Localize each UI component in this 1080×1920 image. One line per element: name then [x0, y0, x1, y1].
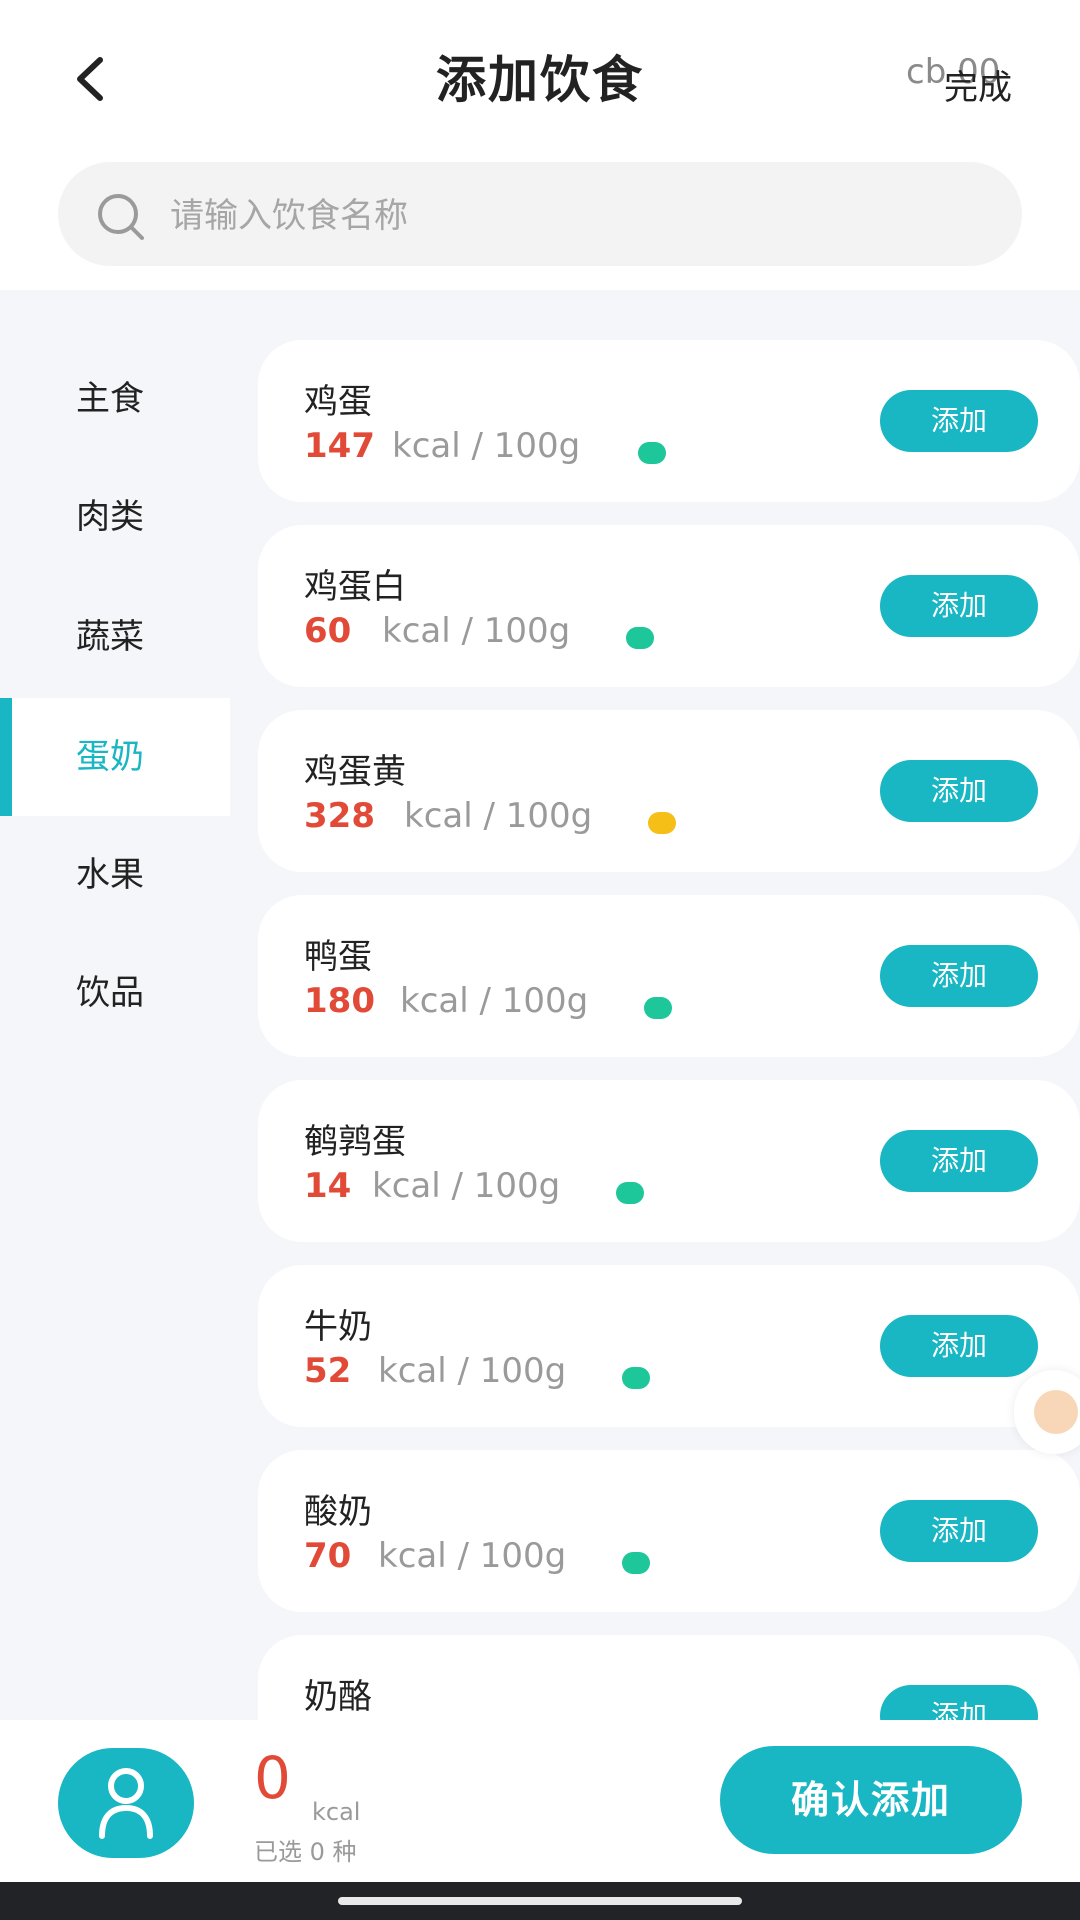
food-calories: 70 [304, 1536, 352, 1576]
add-button[interactable]: 添加 [880, 760, 1038, 822]
food-card: 鸡蛋 147 kcal / 100g 添加 [258, 340, 1080, 502]
search-input[interactable]: 请输入饮食名称 [58, 162, 1022, 266]
food-unit: kcal / 100g [378, 1351, 567, 1391]
food-unit: kcal / 100g [372, 1166, 561, 1206]
food-unit: kcal / 100g [378, 1536, 567, 1576]
food-card: 牛奶 52 kcal / 100g 添加 [258, 1265, 1080, 1427]
done-button[interactable]: 完成 [944, 60, 1012, 109]
health-indicator-dot [622, 1367, 650, 1389]
category-vegetables[interactable]: 蔬菜 [0, 578, 230, 696]
food-calories: 14 [304, 1166, 352, 1206]
confirm-add-button[interactable]: 确认添加 [720, 1746, 1022, 1854]
food-name: 奶酪 [304, 1677, 372, 1717]
add-food-page: 添加饮食 cb 00 完成 请输入饮食名称 主食 肉类 蔬菜 蛋奶 水果 饮品 … [0, 0, 1080, 1920]
food-card: 鹌鹑蛋 14 kcal / 100g 添加 [258, 1080, 1080, 1242]
food-unit: kcal / 100g [400, 981, 589, 1021]
add-button[interactable]: 添加 [880, 945, 1038, 1007]
food-unit: kcal / 100g [404, 796, 593, 836]
food-name: 鸭蛋 [304, 937, 372, 977]
food-card: 鸡蛋黄 328 kcal / 100g 添加 [258, 710, 1080, 872]
add-button[interactable]: 添加 [880, 390, 1038, 452]
food-unit: kcal / 100g [382, 611, 571, 651]
header: 添加饮食 cb 00 完成 请输入饮食名称 [0, 0, 1080, 290]
helper-icon [1034, 1390, 1078, 1434]
add-button[interactable]: 添加 [880, 575, 1038, 637]
food-calories: 60 [304, 611, 352, 651]
food-name: 鸡蛋 [304, 382, 372, 422]
add-button[interactable]: 添加 [880, 1685, 1038, 1720]
food-card: 鸭蛋 180 kcal / 100g 添加 [258, 895, 1080, 1057]
total-calories-unit: kcal [312, 1798, 361, 1826]
food-card: 奶酪 添加 [258, 1635, 1080, 1720]
food-name: 鸡蛋黄 [304, 752, 406, 792]
selected-count: 已选 0 种 [254, 1838, 357, 1866]
search-icon [94, 190, 150, 246]
health-indicator-dot [616, 1182, 644, 1204]
health-indicator-dot [638, 442, 666, 464]
user-icon [99, 1768, 153, 1839]
floating-helper-button[interactable] [1014, 1370, 1080, 1454]
category-eggs-dairy[interactable]: 蛋奶 [0, 698, 230, 816]
category-sidebar: 主食 肉类 蔬菜 蛋奶 水果 饮品 [0, 290, 230, 1720]
category-fruit[interactable]: 水果 [0, 816, 230, 934]
food-calories: 52 [304, 1351, 352, 1391]
category-staple[interactable]: 主食 [0, 340, 230, 458]
food-name: 鸡蛋白 [304, 567, 406, 607]
food-list: 鸡蛋 147 kcal / 100g 添加 鸡蛋白 60 kcal / 100g… [258, 330, 1080, 1720]
search-placeholder: 请输入饮食名称 [170, 196, 408, 236]
health-indicator-dot [626, 627, 654, 649]
health-indicator-dot [648, 812, 676, 834]
add-button[interactable]: 添加 [880, 1130, 1038, 1192]
food-name: 酸奶 [304, 1492, 372, 1532]
food-card: 鸡蛋白 60 kcal / 100g 添加 [258, 525, 1080, 687]
add-button[interactable]: 添加 [880, 1500, 1038, 1562]
avatar[interactable] [58, 1748, 194, 1858]
home-indicator[interactable] [338, 1897, 742, 1905]
food-calories: 180 [304, 981, 375, 1021]
food-name: 鹌鹑蛋 [304, 1122, 406, 1162]
summary-bar: 0 kcal 已选 0 种 确认添加 [0, 1720, 1080, 1882]
category-meat[interactable]: 肉类 [0, 458, 230, 576]
health-indicator-dot [622, 1552, 650, 1574]
food-card: 酸奶 70 kcal / 100g 添加 [258, 1450, 1080, 1612]
total-calories: 0 [254, 1744, 291, 1812]
system-navigation-bar [0, 1882, 1080, 1920]
category-drinks[interactable]: 饮品 [0, 934, 230, 1052]
health-indicator-dot [644, 997, 672, 1019]
food-name: 牛奶 [304, 1307, 372, 1347]
food-unit: kcal / 100g [392, 426, 581, 466]
food-calories: 328 [304, 796, 375, 836]
food-calories: 147 [304, 426, 375, 466]
add-button[interactable]: 添加 [880, 1315, 1038, 1377]
